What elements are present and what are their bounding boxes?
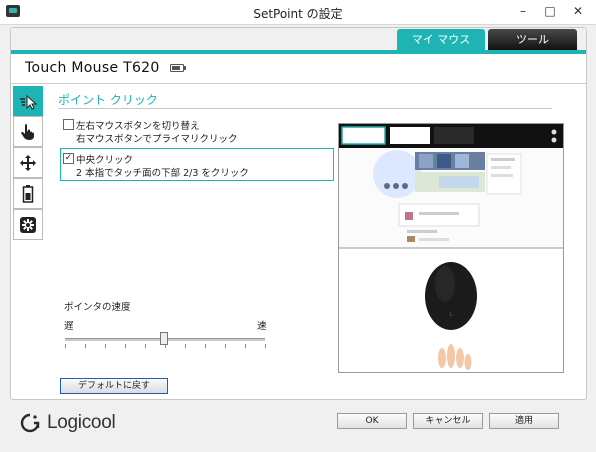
apply-button[interactable]: 適用 [489, 413, 559, 429]
swap-buttons-label: 左右マウスボタンを切り替え [76, 121, 200, 132]
middle-click-label: 中央クリック [76, 155, 134, 166]
slider-tick [245, 344, 246, 348]
middle-click-checkbox[interactable]: ✓ [63, 153, 74, 164]
sidebar-item-pointer-click[interactable] [13, 86, 43, 117]
ok-button[interactable]: OK [337, 413, 407, 429]
slider-tick [85, 344, 86, 348]
battery-icon [22, 184, 34, 203]
gesture-preview: L [338, 123, 564, 373]
sidebar-item-unifying[interactable] [13, 209, 43, 240]
device-name: Touch Mouse T620 [25, 60, 160, 76]
slider-tick [225, 344, 226, 348]
hand-touch-icon [21, 123, 34, 140]
slider-tick [185, 344, 186, 348]
gesture-demo-image: L [339, 124, 563, 372]
tab-bar: マイ マウス ツール [11, 28, 586, 54]
logicool-logo: Logicool [19, 411, 116, 435]
tab-tools[interactable]: ツール [488, 29, 577, 50]
slider-tick [125, 344, 126, 348]
title-bar: SetPoint の設定 – □ ✕ [0, 0, 596, 25]
sidebar-item-scrolling[interactable] [13, 147, 43, 178]
slider-tick [65, 344, 66, 348]
close-button[interactable]: ✕ [566, 2, 590, 20]
brand-name: Logicool [47, 412, 116, 433]
settings-panel: マイ マウス ツール Touch Mouse T620 ポイント クリック 左右… [10, 27, 587, 400]
section-divider [58, 108, 552, 109]
window-title: SetPoint の設定 [253, 7, 343, 21]
speed-slow-label: 遅 [64, 321, 74, 332]
divider [11, 83, 586, 84]
section-title: ポイント クリック [58, 93, 158, 107]
slider-tick [265, 344, 266, 348]
cancel-button[interactable]: キャンセル [413, 413, 483, 429]
pointer-speed-icon [20, 94, 37, 110]
reset-defaults-button[interactable]: デフォルトに戻す [60, 378, 168, 394]
tab-my-mouse[interactable]: マイ マウス [397, 29, 485, 50]
pointer-speed-label: ポインタの速度 [64, 302, 131, 313]
battery-level-icon [170, 64, 186, 72]
slider-tick [105, 344, 106, 348]
sidebar-item-battery[interactable] [13, 178, 43, 209]
sidebar [13, 86, 43, 256]
svg-text:L: L [450, 312, 453, 318]
maximize-button[interactable]: □ [538, 2, 562, 20]
unifying-receiver-icon [20, 216, 36, 233]
sidebar-item-gestures[interactable] [13, 116, 43, 147]
swap-buttons-checkbox[interactable] [63, 119, 74, 130]
middle-click-description: 2 本指でタッチ面の下部 2/3 をクリック [76, 168, 249, 179]
swap-buttons-description: 右マウスボタンでプライマリクリック [76, 134, 238, 145]
slider-tick [145, 344, 146, 348]
minimize-button[interactable]: – [511, 2, 535, 20]
logicool-g-icon [20, 413, 40, 433]
slider-thumb[interactable] [160, 332, 168, 345]
move-arrows-icon [20, 154, 36, 171]
speed-fast-label: 速 [257, 321, 267, 332]
slider-tick [205, 344, 206, 348]
